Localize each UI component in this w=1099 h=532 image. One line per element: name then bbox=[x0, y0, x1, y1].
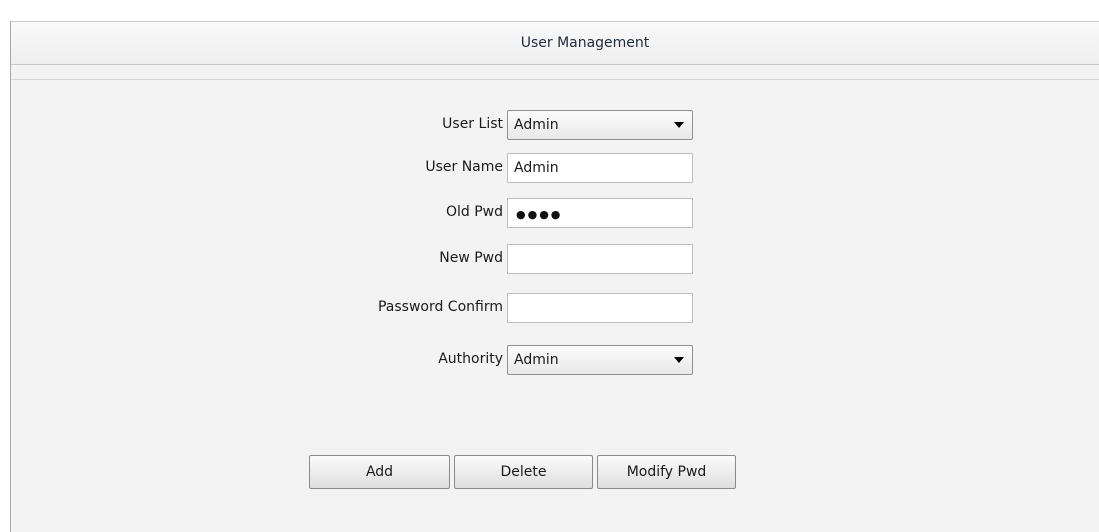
new-pwd-field[interactable] bbox=[507, 244, 693, 274]
password-confirm-row: Password Confirm bbox=[11, 293, 1099, 323]
password-mask: ●●●● bbox=[516, 208, 563, 221]
page-title: User Management bbox=[520, 35, 650, 51]
user-name-label: User Name bbox=[425, 159, 503, 175]
user-name-field[interactable] bbox=[507, 153, 693, 183]
authority-selected-value: Admin bbox=[514, 352, 559, 368]
chevron-down-icon[interactable] bbox=[674, 357, 684, 363]
add-button[interactable]: Add bbox=[309, 455, 450, 489]
old-pwd-label: Old Pwd bbox=[445, 204, 503, 220]
password-confirm-field[interactable] bbox=[507, 293, 693, 323]
modify-pwd-button[interactable]: Modify Pwd bbox=[597, 455, 736, 489]
chevron-down-icon[interactable] bbox=[674, 122, 684, 128]
user-list-row: User List Admin bbox=[11, 110, 1099, 140]
user-list-selected-value: Admin bbox=[514, 117, 559, 133]
delete-button[interactable]: Delete bbox=[454, 455, 593, 489]
new-pwd-row: New Pwd bbox=[11, 244, 1099, 274]
user-name-row: User Name bbox=[11, 153, 1099, 183]
panel-header: User Management bbox=[11, 21, 1099, 65]
authority-select[interactable]: Admin bbox=[507, 345, 693, 375]
old-pwd-row: Old Pwd ●●●● bbox=[11, 198, 1099, 228]
old-pwd-field[interactable]: ●●●● bbox=[507, 198, 693, 228]
new-pwd-label: New Pwd bbox=[439, 250, 503, 266]
user-management-panel: User Management User List Admin User Nam… bbox=[10, 21, 1099, 532]
password-confirm-label: Password Confirm bbox=[377, 299, 503, 315]
user-list-label: User List bbox=[442, 116, 503, 132]
authority-label: Authority bbox=[438, 351, 503, 367]
user-list-select[interactable]: Admin bbox=[507, 110, 693, 140]
header-divider bbox=[11, 79, 1099, 80]
authority-row: Authority Admin bbox=[11, 345, 1099, 375]
